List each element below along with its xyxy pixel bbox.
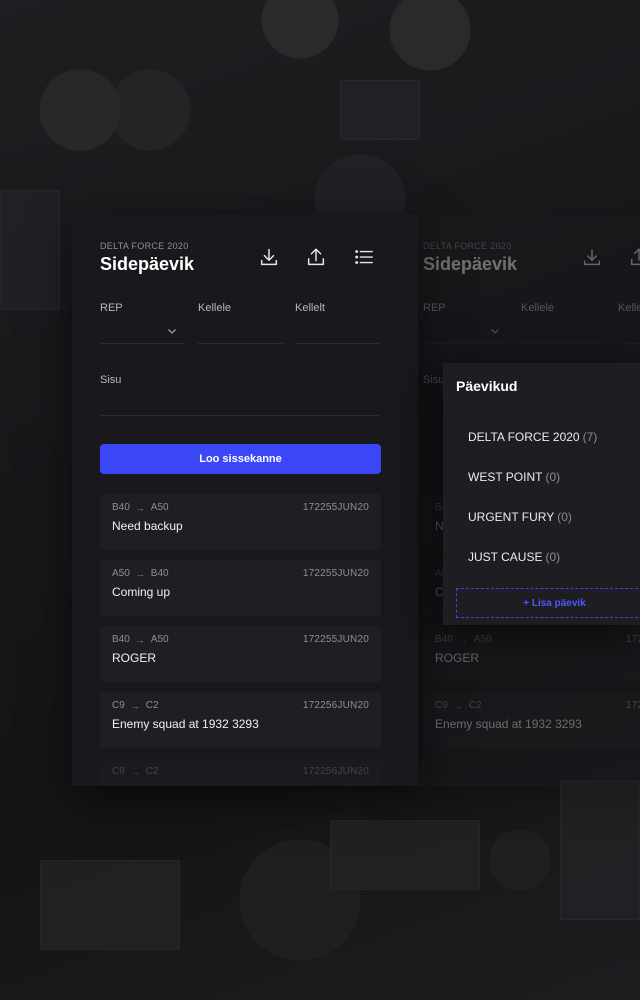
rep-label: REP <box>423 302 446 314</box>
rep-select[interactable]: REP <box>100 302 185 344</box>
to-field[interactable]: Kellele <box>198 302 283 344</box>
journals-title: Päevikud <box>456 378 518 394</box>
from-label: Kellelt <box>618 302 640 314</box>
entry-message: ROGER <box>112 651 157 665</box>
chevron-down-icon <box>167 326 177 336</box>
arrow-right-icon: → <box>135 634 145 645</box>
entry-from: B40 <box>112 634 130 645</box>
entry-time: 172255JUN20 <box>302 634 369 645</box>
entry-to: A50 <box>150 634 169 645</box>
entry-to: C2 <box>145 766 159 777</box>
journals-popover: Päevikud DELTA FORCE 2020 (7) WEST POINT(… <box>443 363 640 625</box>
entry-list: B40 → A50 172255JUN20 Need backup A50 → … <box>100 494 381 786</box>
journals-menu-button[interactable] <box>353 246 375 268</box>
journal-item[interactable]: JUST CAUSE (0) <box>468 550 597 590</box>
chevron-down-icon <box>490 326 500 336</box>
list-icon <box>355 250 373 264</box>
from-field[interactable]: Kellelt <box>295 302 380 344</box>
entry-route: C9 → C2 <box>112 700 159 711</box>
to-label: Kellele <box>198 302 232 314</box>
entry-route: C9 → C2 <box>112 766 159 777</box>
entry-time: 172256JUN20 <box>302 766 369 777</box>
rep-label: REP <box>100 302 123 314</box>
entry-route: B40 → A50 <box>112 502 169 513</box>
journal-count: (0) <box>557 510 572 524</box>
entry-from: A50 <box>112 568 130 579</box>
arrow-right-icon: → <box>130 700 140 711</box>
list-item[interactable]: A50 → B40 172255JUN20 Coming up <box>100 560 381 616</box>
download-icon <box>260 248 278 266</box>
entry-message: Enemy squad at 1932 3293 <box>112 717 259 731</box>
panel-subtitle: DELTA FORCE 2020 <box>423 241 512 251</box>
entry-message: Need backup <box>112 519 183 533</box>
journal-name: WEST POINT <box>468 470 543 484</box>
arrow-right-icon: → <box>130 766 140 777</box>
to-label: Kellele <box>521 302 555 314</box>
download-button[interactable] <box>258 246 280 268</box>
journal-count: (7) <box>582 430 598 444</box>
journal-subtitle: DELTA FORCE 2020 <box>100 241 189 251</box>
create-entry-button[interactable]: Loo sissekanne <box>100 444 381 474</box>
signal-log-panel: DELTA FORCE 2020 Sidepäevik REP Kellele … <box>72 214 418 786</box>
entry-route: A50 → B40 <box>112 568 169 579</box>
download-icon <box>581 246 603 268</box>
upload-button[interactable] <box>305 246 327 268</box>
upload-icon <box>628 246 640 268</box>
entry-to: C2 <box>145 700 159 711</box>
arrow-right-icon: → <box>135 568 145 579</box>
list-item[interactable]: B40 → A50 172255JUN20 ROGER <box>100 626 381 682</box>
journal-item[interactable]: DELTA FORCE 2020 (7) <box>468 430 597 470</box>
list-item[interactable]: B40 → A50 172255JUN20 Need backup <box>100 494 381 550</box>
from-field: Kellelt <box>618 302 640 344</box>
entry-from: C9 <box>112 700 125 711</box>
to-field: Kellele <box>521 302 606 344</box>
list-item: B40→A50 172255JUN20 ROGER <box>423 626 640 682</box>
page-title: Sidepäevik <box>100 254 195 274</box>
list-item[interactable]: C9 → C2 172256JUN20 <box>100 758 381 786</box>
content-label: Sisu <box>100 374 122 386</box>
entry-from: B40 <box>112 502 130 513</box>
from-label: Kellelt <box>295 302 325 314</box>
rep-field: REP <box>423 302 508 344</box>
content-field[interactable]: Sisu <box>100 374 380 416</box>
journal-name: JUST CAUSE <box>468 550 543 564</box>
journal-count: (0) <box>545 470 561 484</box>
journals-list: DELTA FORCE 2020 (7) WEST POINT (0) URGENT… <box>468 430 597 590</box>
journal-name: DELTA FORCE 2020 <box>468 430 580 444</box>
journal-count: (0) <box>545 550 561 564</box>
add-journal-button[interactable]: + Lisa päevik <box>456 588 640 618</box>
journal-item[interactable]: URGENT FURY (0) <box>468 510 597 550</box>
list-item: C9→C2 172256JUN20 Enemy squad at 1932 32… <box>423 692 640 748</box>
entry-route: B40 → A50 <box>112 634 169 645</box>
entry-from: C9 <box>112 766 125 777</box>
journal-item[interactable]: WEST POINT (0) <box>468 470 597 510</box>
upload-icon <box>307 248 325 266</box>
entry-time: 172255JUN20 <box>302 568 369 579</box>
list-item[interactable]: C9 → C2 172256JUN20 Enemy squad at 1932 … <box>100 692 381 748</box>
entry-to: A50 <box>150 502 169 513</box>
panel-title: Sidepäevik <box>423 254 518 274</box>
entry-time: 172256JUN20 <box>302 700 369 711</box>
entry-to: B40 <box>150 568 169 579</box>
arrow-right-icon: → <box>135 502 145 513</box>
entry-time: 172255JUN20 <box>302 502 369 513</box>
app-stage: DELTA FORCE 2020 Sidepäevik REP Kellele … <box>0 0 640 1000</box>
journal-name: URGENT FURY <box>468 510 555 524</box>
entry-message: Coming up <box>112 585 171 599</box>
